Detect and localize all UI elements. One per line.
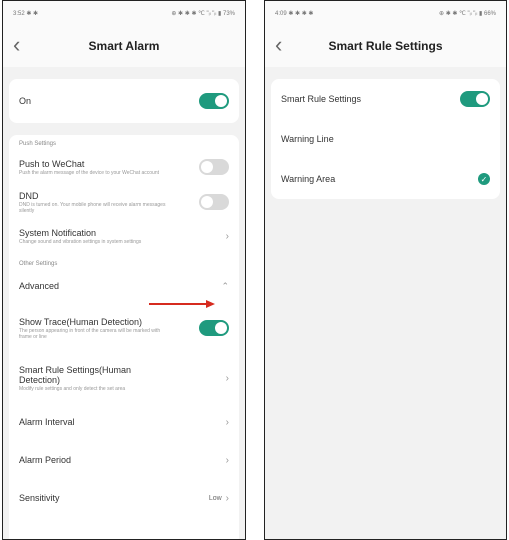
toggle-knob (201, 196, 213, 208)
push-wechat-toggle[interactable] (199, 159, 229, 175)
warning-line-row[interactable]: Warning Line (271, 119, 500, 159)
chevron-right-icon: › (225, 372, 229, 384)
system-notification-label: System Notification (19, 227, 97, 238)
warning-line-label: Warning Line (281, 134, 334, 144)
advanced-label: Advanced (19, 281, 60, 291)
status-time: 4:09 ✱ ✱ ✱ ✱ (275, 10, 314, 17)
show-trace-desc: The person appearing in front of the cam… (19, 327, 161, 340)
warning-area-row[interactable]: Warning Area ✓ (271, 159, 500, 199)
smart-alarm-screen: 3:52 ✱ ✱ ⊕ ✱ ✱ ✱ ℃ "ᵢₗ "ᵢₗ ▮ 73% ‹ Smart… (2, 0, 246, 540)
smart-rule-toggle-row[interactable]: Smart Rule Settings (271, 79, 500, 119)
checkmark-icon: ✓ (478, 173, 490, 185)
dnd-row[interactable]: DND DND is turned on. Your mobile phone … (9, 185, 239, 219)
dnd-label: DND (19, 190, 39, 201)
annotation-arrow (149, 300, 215, 308)
arrow-head (206, 300, 215, 308)
on-toggle[interactable] (199, 93, 229, 109)
status-icons: ⊕ ✱ ✱ ✱ ℃ "ᵢₗ "ᵢₗ ▮ 73% (171, 10, 235, 17)
show-trace-label: Show Trace(Human Detection) (19, 316, 143, 327)
arrow-shaft (149, 303, 207, 305)
alarm-period-row[interactable]: Alarm Period › (9, 441, 239, 479)
toggle-knob (201, 161, 213, 173)
system-notification-row[interactable]: System Notification Change sound and vib… (9, 219, 239, 253)
show-trace-toggle[interactable] (199, 320, 229, 336)
push-wechat-row[interactable]: Push to WeChat Push the alarm message of… (9, 149, 239, 185)
alarm-interval-row[interactable]: Alarm Interval › (9, 403, 239, 441)
advanced-row[interactable]: Advanced ⌃ (9, 269, 239, 303)
status-icons: ⊕ ✱ ✱ ℃ "ᵢₗ "ᵢₗ ▮ 66% (439, 10, 496, 17)
smart-rule-settings-label: Smart Rule Settings (281, 94, 362, 104)
other-settings-header: Other Settings (19, 261, 58, 267)
page-title: Smart Rule Settings (328, 39, 443, 53)
chevron-up-icon: ⌃ (221, 280, 229, 291)
back-button[interactable]: ‹ (275, 33, 282, 57)
chevron-right-icon: › (225, 454, 229, 466)
toggle-knob (476, 93, 488, 105)
smart-rule-label: Smart Rule Settings(Human Detection) (19, 364, 132, 385)
status-bar: 3:52 ✱ ✱ ⊕ ✱ ✱ ✱ ℃ "ᵢₗ "ᵢₗ ▮ 73% (3, 1, 245, 25)
on-row: On (9, 79, 239, 123)
smart-rule-settings-screen: 4:09 ✱ ✱ ✱ ✱ ⊕ ✱ ✱ ℃ "ᵢₗ "ᵢₗ ▮ 66% ‹ Sma… (264, 0, 507, 540)
sensitivity-row[interactable]: Sensitivity Low › (9, 479, 239, 517)
title-bar: ‹ Smart Rule Settings (265, 25, 506, 67)
smart-rule-row[interactable]: Smart Rule Settings(Human Detection) Mod… (9, 353, 239, 403)
back-button[interactable]: ‹ (13, 33, 20, 57)
settings-card: Push Settings Push to WeChat Push the al… (9, 135, 239, 539)
system-notification-desc: Change sound and vibration settings in s… (19, 238, 142, 245)
rule-card: Smart Rule Settings Warning Line Warning… (271, 79, 500, 199)
dnd-desc: DND is turned on. Your mobile phone will… (19, 201, 166, 214)
title-bar: ‹ Smart Alarm (3, 25, 245, 67)
toggle-knob (215, 95, 227, 107)
alarm-interval-label: Alarm Interval (19, 417, 75, 427)
chevron-right-icon: › (225, 416, 229, 428)
push-wechat-desc: Push the alarm message of the device to … (19, 169, 159, 176)
toggle-knob (215, 322, 227, 334)
page-title: Smart Alarm (88, 39, 160, 53)
smart-rule-toggle[interactable] (460, 91, 490, 107)
alarm-period-label: Alarm Period (19, 455, 72, 465)
push-wechat-label: Push to WeChat (19, 158, 85, 169)
on-label: On (19, 96, 32, 106)
push-settings-header: Push Settings (19, 141, 57, 147)
warning-area-label: Warning Area (281, 174, 336, 184)
show-trace-row[interactable]: Show Trace(Human Detection) The person a… (9, 303, 239, 353)
status-time: 3:52 ✱ ✱ (13, 10, 39, 17)
smart-rule-desc: Modify rule settings and only detect the… (19, 385, 126, 392)
chevron-right-icon: › (225, 230, 229, 242)
sensitivity-label: Sensitivity (19, 493, 60, 503)
dnd-toggle[interactable] (199, 194, 229, 210)
sensitivity-value: Low (208, 494, 222, 502)
status-bar: 4:09 ✱ ✱ ✱ ✱ ⊕ ✱ ✱ ℃ "ᵢₗ "ᵢₗ ▮ 66% (265, 1, 506, 25)
on-card: On (9, 79, 239, 123)
chevron-right-icon: › (225, 492, 229, 504)
